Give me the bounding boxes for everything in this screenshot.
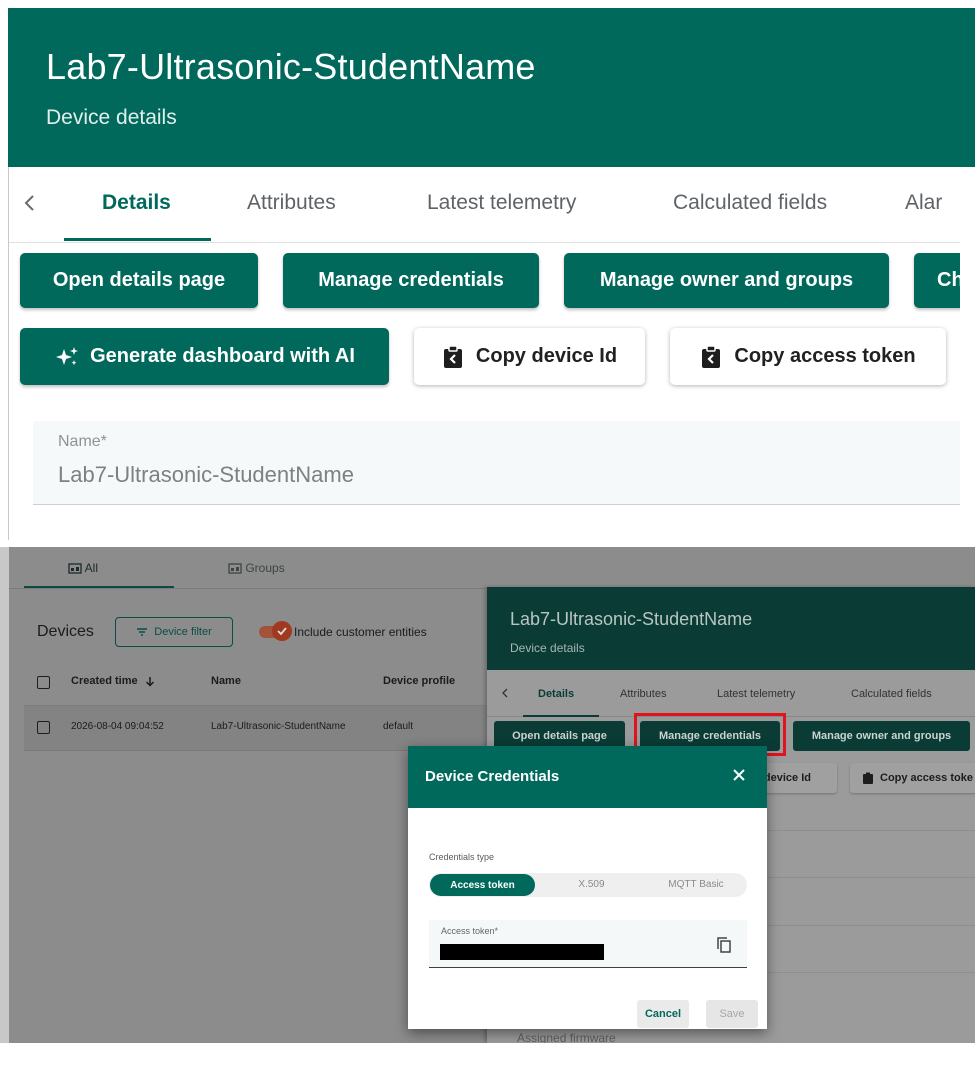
check-icon [272,621,292,641]
tab-all[interactable]: All [68,561,98,575]
side-copy-access-token-button[interactable]: Copy access toke [850,763,975,793]
chevron-left-icon[interactable] [21,191,39,215]
clipboard-icon [442,344,464,369]
details-side-subtitle: Device details [510,641,585,655]
tab-groups[interactable]: Groups [228,561,285,575]
details-header: Lab7-Ultrasonic-StudentName Device detai… [8,8,975,167]
details-side-header: Lab7-Ultrasonic-StudentName Device detai… [487,587,975,670]
generate-dashboard-ai-button[interactable]: Generate dashboard with AI [20,328,389,385]
side-tab-calculated-fields[interactable]: Calculated fields [851,688,932,700]
credentials-type-toggle: Access token X.509 MQTT Basic [429,873,747,897]
dialog-title: Device Credentials [425,768,560,785]
device-filter-button[interactable]: Device filter [115,617,233,647]
copy-icon[interactable] [716,936,732,954]
dialog-header: Device Credentials [408,746,767,808]
row-created-time: 2026-08-04 09:04:52 [71,721,164,732]
column-device-profile[interactable]: Device profile [383,675,455,687]
redacted-token [440,944,604,960]
assigned-firmware-label: Assigned firmware [517,1031,616,1043]
device-filter-label: Device filter [154,626,212,638]
row-device-profile: default [383,721,414,732]
open-details-page-button[interactable]: Open details page [20,253,258,308]
side-tab-latest-telemetry[interactable]: Latest telemetry [717,688,795,700]
details-side-title: Lab7-Ultrasonic-StudentName [510,609,753,629]
copy-device-id-button[interactable]: Copy device Id [414,328,645,385]
tab-attributes[interactable]: Attributes [247,191,336,215]
copy-access-token-button[interactable]: Copy access token [670,328,946,385]
panel-right-cut [960,167,975,540]
column-created-time[interactable]: Created time [71,675,155,687]
column-created-time-label: Created time [71,675,138,687]
row-checkbox[interactable] [37,721,50,734]
side-tab-details[interactable]: Details [538,688,574,700]
cancel-button[interactable]: Cancel [637,1000,689,1028]
access-token-field[interactable]: Access token* [429,920,747,968]
device-subtitle: Device details [46,106,177,129]
option-mqtt-basic[interactable]: MQTT Basic [651,879,741,890]
tab-alarms[interactable]: Alar [905,191,942,215]
side-active-tab-indicator [523,715,599,717]
name-field[interactable]: Name* Lab7-Ultrasonic-StudentName [33,421,960,505]
select-all-checkbox[interactable] [37,676,50,689]
side-manage-owner-groups-label: Manage owner and groups [811,730,952,742]
row-name: Lab7-Ultrasonic-StudentName [211,721,346,732]
filter-icon [136,627,148,637]
tab-groups-label: Groups [245,561,285,575]
name-field-label: Name* [58,433,107,450]
option-x509[interactable]: X.509 [549,879,634,890]
column-name[interactable]: Name [211,675,241,687]
side-open-details-page-label: Open details page [512,730,607,742]
save-button[interactable]: Save [706,1000,758,1028]
chevron-left-icon[interactable] [500,686,510,700]
open-details-page-label: Open details page [52,269,226,291]
device-title: Lab7-Ultrasonic-StudentName [46,46,536,87]
side-copy-access-token-label: Copy access toke [880,772,973,784]
access-token-label: Access token* [441,926,499,936]
side-tab-attributes[interactable]: Attributes [620,688,666,700]
copy-access-token-label: Copy access token [734,345,916,367]
tab-calculated-fields[interactable]: Calculated fields [673,191,827,215]
left-edge [0,547,9,1043]
side-manage-owner-groups-button[interactable]: Manage owner and groups [793,721,970,751]
device-details-panel: Lab7-Ultrasonic-StudentName Device detai… [0,0,975,540]
sparkle-icon [54,345,80,369]
name-field-value: Lab7-Ultrasonic-StudentName [58,462,354,487]
arrow-down-icon [145,676,155,687]
tab-latest-telemetry[interactable]: Latest telemetry [427,191,576,215]
close-icon[interactable] [732,768,746,782]
details-tabs: Details Attributes Latest telemetry Calc… [9,167,960,243]
manage-credentials-button[interactable]: Manage credentials [283,253,539,308]
tab-all-label: All [84,561,99,575]
devices-icon [68,563,82,575]
credentials-type-label: Credentials type [429,852,495,862]
side-copy-device-id-label: device Id [763,772,811,784]
clipboard-icon [862,772,874,785]
device-credentials-dialog: Device Credentials Credentials type Acce… [408,746,767,1029]
tab-divider [9,588,489,589]
devices-screen: All Groups Devices Device filter Include… [0,547,975,1043]
devices-title: Devices [37,623,94,640]
manage-owner-groups-label: Manage owner and groups [599,269,854,291]
clipboard-icon [700,344,722,369]
include-customer-label: Include customer entities [294,625,427,639]
manage-credentials-label: Manage credentials [318,269,504,291]
active-tab-indicator [64,238,211,241]
devices-icon [228,563,242,575]
tab-details[interactable]: Details [102,191,171,215]
option-access-token[interactable]: Access token [430,874,535,896]
copy-device-id-label: Copy device Id [475,345,618,367]
manage-owner-groups-button[interactable]: Manage owner and groups [564,253,889,308]
details-side-tabs: Details Attributes Latest telemetry Calc… [487,670,975,717]
generate-dashboard-ai-label: Generate dashboard with AI [90,345,355,367]
